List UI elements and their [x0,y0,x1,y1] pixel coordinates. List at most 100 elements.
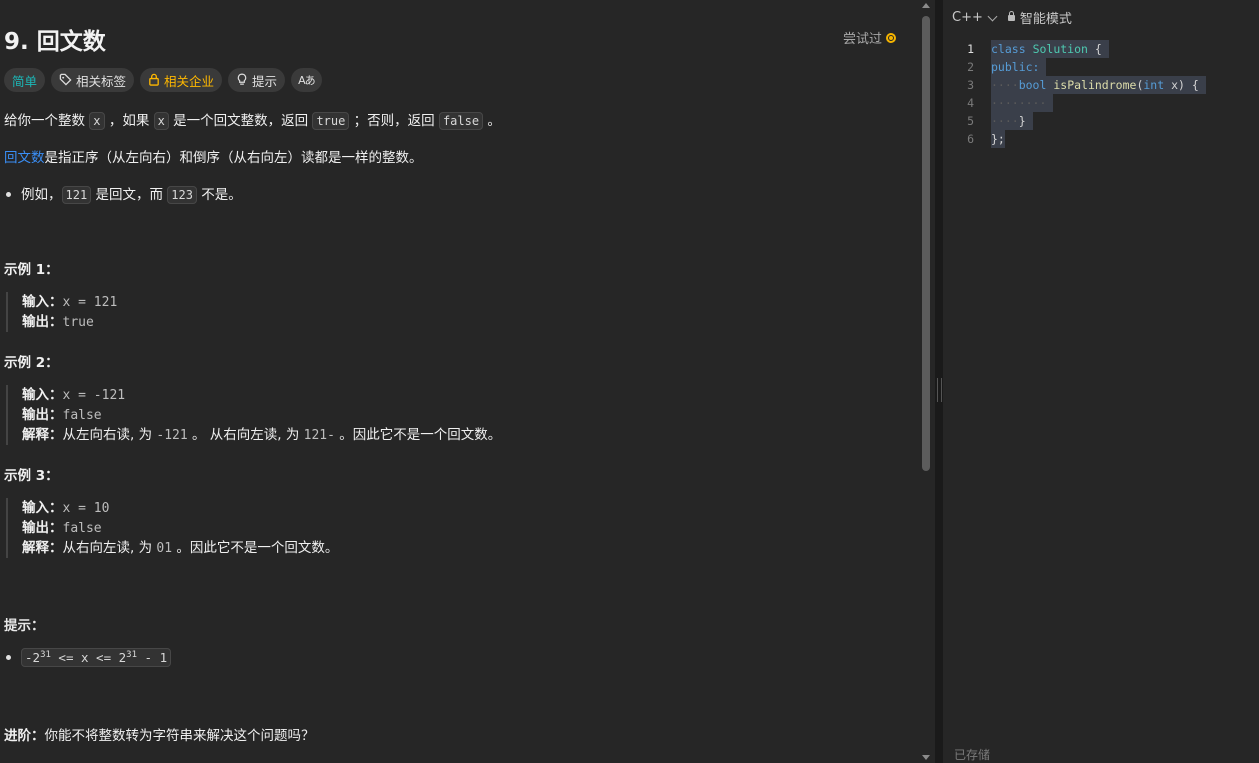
desc-text: 例如， [21,187,62,203]
line-number: 3 [967,78,974,92]
code-line[interactable]: 1 class Solution { [943,40,1259,58]
output-value: true [62,315,94,330]
whitespace: ···· [991,78,1019,92]
language-select[interactable]: C++ [952,10,998,25]
palindrome-link[interactable]: 回文数 [4,150,45,166]
bullet [6,191,11,197]
code-text: }; [991,130,1005,148]
smart-mode-label: 智能模式 [1019,12,1072,27]
follow-up-label: 进阶： [4,728,45,744]
input-label: 输入： [22,294,63,310]
problem-scrollbar[interactable] [918,0,935,763]
code-line[interactable]: 3 ····bool isPalindrome(int x) { [943,76,1259,94]
desc-text: ，如果 [104,113,154,129]
example-3-title: 示例 3： [4,468,59,484]
input-label: 输入： [22,500,63,516]
problem-title: 9. 回文数 [4,29,106,55]
translate-button[interactable]: Aあ [291,68,322,92]
explain-text: 。因此它不是一个回文数。 [172,540,339,556]
tried-label: 尝试过 [843,32,883,47]
output-value: false [62,408,102,423]
line-number: 4 [967,96,974,110]
tried-status[interactable]: 尝试过 [843,28,897,47]
punct: }; [991,132,1005,146]
code-line[interactable]: 5 ····} [943,112,1259,130]
code-line[interactable]: 2 public: [943,58,1259,76]
editor-toolbar: C++ 智能模式 [952,8,1072,27]
hints-label: 提示 [252,73,278,89]
constraint-bullet: -231 <= x <= 231 - 1 [4,648,172,668]
related-companies-label: 相关企业 [164,73,215,89]
example-input: 输入：x = -121 [22,385,501,405]
panel-resize-handle[interactable] [935,0,943,763]
lock-icon [148,73,160,88]
example-output: 输出：false [22,518,338,538]
explain-text: 从右向左读, 为 [62,540,157,556]
explain-code: -121 [156,428,188,443]
example-3-block: 输入：x = 10 输出：false 解释：从右向左读, 为 01 。因此它不是… [6,498,338,558]
desc-text: 是回文，而 [91,187,168,203]
code-line[interactable]: 4 ········ [943,94,1259,112]
code-text: ····} [991,112,1033,130]
hints-title: 提示： [4,618,45,634]
chevron-down-icon [987,11,998,21]
example-2-title: 示例 2： [4,355,59,371]
explain-code: 121- [303,428,335,443]
inline-code: true [312,112,350,130]
code-text: class Solution { [991,40,1109,58]
example-explanation: 解释：从右向左读, 为 01 。因此它不是一个回文数。 [22,538,338,558]
related-tags-label: 相关标签 [76,73,127,89]
code-line[interactable]: 6 }; [943,130,1259,148]
scroll-thumb[interactable] [922,16,930,471]
line-number: 2 [967,60,974,74]
related-companies-button[interactable]: 相关企业 [140,68,223,92]
example-2-block: 输入：x = -121 输出：false 解释：从左向右读, 为 -121 。 … [6,385,501,445]
constraint-part: -2 [25,650,41,666]
translate-icon: Aあ [298,73,316,87]
smart-mode-toggle[interactable]: 智能模式 [1007,8,1072,27]
punct: { [1087,42,1102,56]
explain-text: 。因此它不是一个回文数。 [334,427,502,443]
constraint-code: -231 <= x <= 231 - 1 [21,648,172,668]
output-value: false [62,521,102,536]
scroll-down-icon[interactable] [922,755,930,760]
scroll-up-icon[interactable] [922,3,930,8]
hints-button[interactable]: 提示 [228,68,286,92]
input-value: x = 121 [62,295,118,310]
input-value: x = -121 [62,388,126,403]
grip-icon [937,378,942,402]
function-name: isPalindrome [1053,78,1137,92]
line-number: 1 [967,42,974,56]
keyword: class [991,42,1026,56]
code-area[interactable]: 1 class Solution { 2 public: 3 ····bool … [943,40,1259,148]
keyword: int [1143,78,1165,92]
constraint-part: <= x <= 2 [50,650,127,666]
code-text: ····bool isPalindrome(int x) { [991,76,1206,94]
problem-panel: 9. 回文数 尝试过 简单 相关标签 相关企业 提示 Aあ 给你一个整数 x ，… [0,0,918,763]
related-tags-button[interactable]: 相关标签 [51,68,135,92]
class-name: Solution [1032,42,1088,56]
desc-text: 。 [483,113,501,129]
explain-label: 解释： [22,540,63,556]
inline-code: 121 [61,186,92,204]
example-input: 输入：x = 10 [22,498,338,518]
whitespace: ········ [991,96,1047,110]
desc-text: 是指正序（从左向右）和倒序（从右向左）读都是一样的整数。 [44,150,423,166]
example-1-title: 示例 1： [4,262,59,278]
code-editor-panel: C++ 智能模式 1 class Solution { 2 public: 3 … [943,0,1259,763]
line-number: 6 [967,132,974,146]
example-output: 输出：false [22,405,501,425]
bullet [6,654,11,660]
constraint-exponent: 31 [40,650,51,660]
explain-code: 01 [156,541,173,556]
code-text: public: [991,58,1047,76]
input-value: x = 10 [62,501,110,516]
punct: } [1018,114,1026,128]
tried-icon [886,32,897,43]
keyword: public: [991,60,1040,74]
difficulty-badge[interactable]: 简单 [4,68,46,92]
desc-text: 是一个回文整数，返回 [168,113,313,129]
example-explanation: 解释：从左向右读, 为 -121 。 从右向左读, 为 121- 。因此它不是一… [22,425,501,445]
explain-text: 。 从右向左读, 为 [187,427,304,443]
follow-up-text: 你能不将整数转为字符串来解决这个问题吗？ [44,728,315,744]
